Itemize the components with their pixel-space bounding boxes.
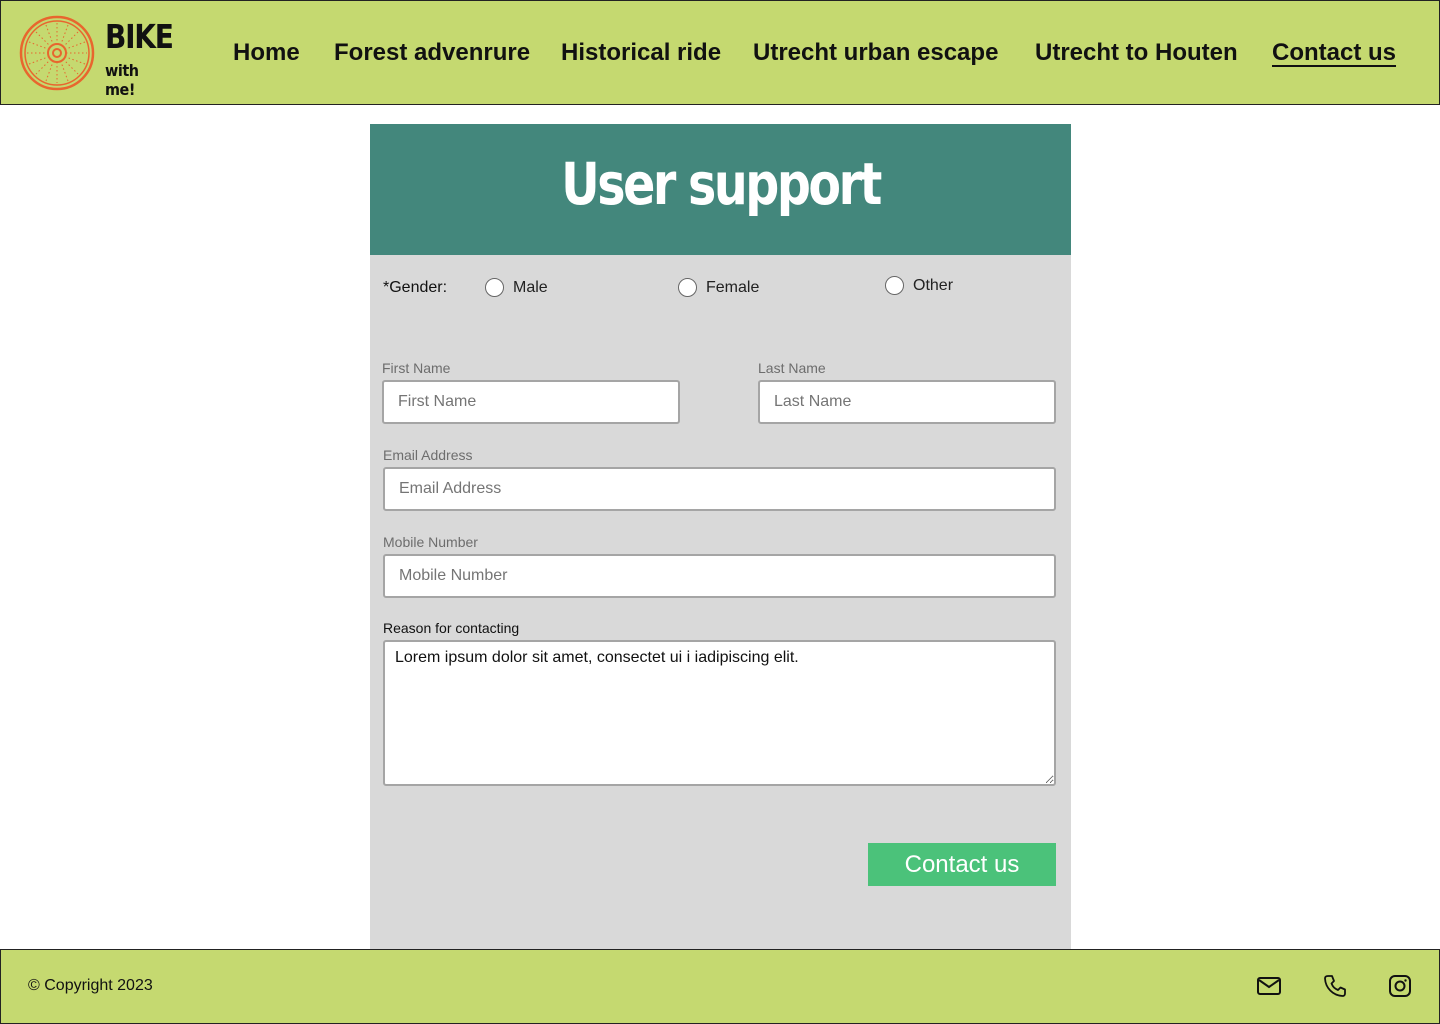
first-name-input[interactable] [382,380,680,424]
site-header: BIKE with me! Home Forest advenrure Hist… [0,0,1440,105]
nav-item-historical-ride[interactable]: Historical ride [561,39,721,67]
last-name-label: Last Name [758,360,826,376]
mail-icon[interactable] [1256,973,1282,999]
nav-item-forest-adventure[interactable]: Forest advenrure [334,39,530,67]
radio-circle[interactable] [485,278,504,297]
page-title: User support [561,150,882,218]
mobile-input[interactable] [383,554,1056,598]
contact-us-button[interactable]: Contact us [868,843,1056,886]
instagram-icon[interactable] [1387,973,1413,999]
first-name-label: First Name [382,360,451,376]
nav-item-utrecht-to-houten[interactable]: Utrecht to Houten [1035,39,1238,67]
support-panel: User support *Gender: Male Female Other … [370,124,1071,949]
radio-label: Other [913,276,954,294]
last-name-input[interactable] [758,380,1056,424]
gender-radio-female[interactable]: Female [678,278,759,297]
reason-textarea[interactable]: Lorem ipsum dolor sit amet, consectet ui… [383,640,1056,786]
copyright-text: © Copyright 2023 [28,977,153,994]
gender-label: *Gender: [383,279,448,296]
radio-circle[interactable] [885,276,904,295]
panel-header: User support [370,124,1071,255]
nav-item-contact-us[interactable]: Contact us [1272,39,1396,67]
gender-radio-other[interactable]: Other [885,276,953,295]
mobile-label: Mobile Number [383,534,478,550]
gender-radio-male[interactable]: Male [485,278,548,297]
nav-item-utrecht-urban-escape[interactable]: Utrecht urban escape [753,39,998,67]
radio-circle[interactable] [678,278,697,297]
email-label: Email Address [383,447,473,463]
radio-label: Male [513,278,548,296]
nav-item-home[interactable]: Home [233,39,300,67]
reason-label: Reason for contacting [383,620,520,636]
main-nav: Home Forest advenrure Historical ride Ut… [1,1,1439,104]
site-footer: © Copyright 2023 [0,949,1440,1024]
email-input[interactable] [383,467,1056,511]
phone-icon[interactable] [1322,973,1348,999]
radio-label: Female [706,278,760,296]
